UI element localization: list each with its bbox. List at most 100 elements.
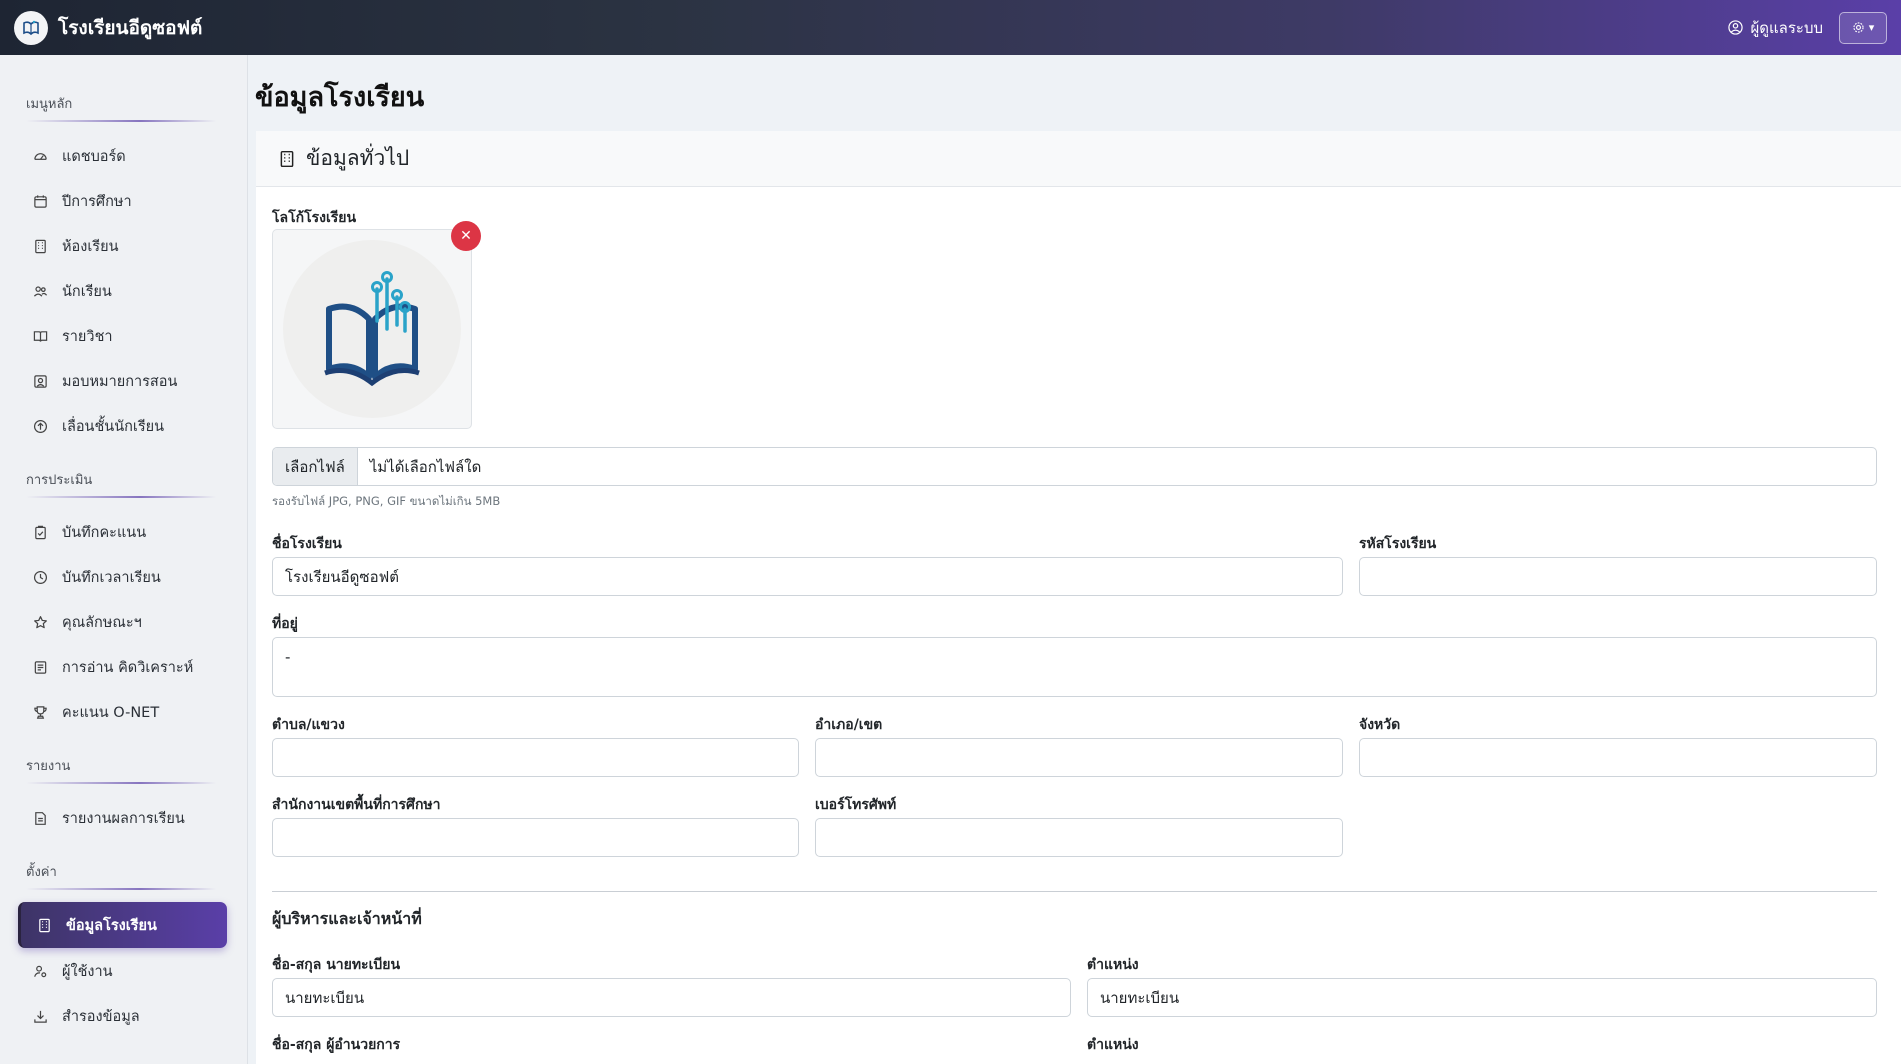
address-textarea[interactable]: - [272,637,1877,697]
sidebar-item-label: นักเรียน [62,284,112,300]
user-circle-icon [1728,20,1744,35]
sidebar-item-promote-students[interactable]: เลื่อนชั้นนักเรียน [0,404,247,449]
building-icon [39,918,50,932]
building-icon [280,150,294,167]
general-info-card: ข้อมูลทั่วไป โลโก้โรงเรียน ✕ เลือกไฟล์ ไ… [256,131,1901,1064]
sidebar-item-record-scores[interactable]: บันทึกคะแนน [0,510,247,555]
section-underline [26,888,216,890]
sidebar-item-grade-report[interactable]: รายงานผลการเรียน [0,796,247,841]
sidebar-item-label: ปีการศึกษา [62,194,132,210]
assign-icon [34,375,47,388]
sidebar-item-users[interactable]: ผู้ใช้งาน [0,949,247,994]
main-content: ข้อมูลโรงเรียน ข้อมูลทั่วไป โลโก้โรงเรีย… [248,55,1901,1064]
sidebar: เมนูหลัก แดชบอร์ด ปีการศึกษา ห้องเรียน น… [0,55,248,1064]
choose-file-button[interactable]: เลือกไฟล์ [273,448,358,485]
brand[interactable]: โรงเรียนอีดูซอฟต์ [14,10,203,45]
trophy-icon [34,706,47,719]
sidebar-item-label: ข้อมูลโรงเรียน [66,917,157,934]
sidebar-item-label: รายวิชา [62,329,113,345]
section-divider [272,891,1877,892]
sidebar-item-classrooms[interactable]: ห้องเรียน [0,224,247,269]
card-header: ข้อมูลทั่วไป [256,131,1901,187]
clock-icon [33,570,48,585]
sidebar-item-dashboard[interactable]: แดชบอร์ด [0,134,247,179]
sidebar-item-characteristics[interactable]: คุณลักษณะฯ [0,600,247,645]
sidebar-item-label: บันทึกเวลาเรียน [62,570,161,586]
book-icon [33,331,48,342]
school-code-input[interactable] [1359,557,1877,596]
sidebar-item-reading-analysis[interactable]: การอ่าน คิดวิเคราะห์ [0,645,247,690]
settings-dropdown-button[interactable]: ▾ [1839,11,1887,44]
sidebar-item-label: รายงานผลการเรียน [62,811,185,827]
district-label: อำเภอ/เขต [815,717,883,733]
subdistrict-label: ตำบล/แขวง [272,717,345,733]
director-name-label: ชื่อ-สกุล ผู้อำนวยการ [272,1037,401,1053]
sidebar-item-students[interactable]: นักเรียน [0,269,247,314]
sidebar-item-onet-scores[interactable]: คะแนน O-NET [0,690,247,735]
sidebar-section-title: ตั้งค่า [26,865,57,880]
download-icon [34,1010,47,1023]
sidebar-item-label: เลื่อนชั้นนักเรียน [62,419,165,435]
calendar-icon [34,195,47,208]
document-icon [34,661,47,674]
section-underline [26,782,216,784]
sidebar-item-subjects[interactable]: รายวิชา [0,314,247,359]
sidebar-item-academic-year[interactable]: ปีการศึกษา [0,179,247,224]
clipboard-check-icon [35,525,46,540]
sidebar-item-label: มอบหมายการสอน [62,374,178,390]
brand-logo-icon [14,10,48,45]
file-status-text: ไม่ได้เลือกไฟล์ใด [369,457,482,476]
registrar-position-input[interactable]: นายทะเบียน [1087,978,1877,1017]
school-logo-preview [272,229,472,429]
chevron-down-icon: ▾ [1868,21,1875,34]
people-icon [33,286,48,297]
sidebar-item-school-info[interactable]: ข้อมูลโรงเรียน [18,902,227,948]
sidebar-section-title: เมนูหลัก [26,97,73,112]
section-underline [26,496,216,498]
phone-input[interactable] [815,818,1343,857]
close-icon: ✕ [460,228,472,244]
area-office-input[interactable] [272,818,799,857]
user-gear-icon [34,965,47,978]
registrar-name-input[interactable]: นายทะเบียน [272,978,1071,1017]
star-icon [34,616,47,629]
sidebar-item-label: บันทึกคะแนน [62,525,147,541]
registrar-name-label: ชื่อ-สกุล นายทะเบียน [272,957,401,973]
logo-file-input[interactable]: เลือกไฟล์ ไม่ได้เลือกไฟล์ใด [272,447,1877,486]
report-icon [35,812,46,825]
building-icon [35,239,46,254]
sidebar-item-label: การอ่าน คิดวิเคราะห์ [62,660,194,676]
sidebar-item-teaching-assignment[interactable]: มอบหมายการสอน [0,359,247,404]
top-navbar: โรงเรียนอีดูซอฟต์ ผู้ดูแลระบบ ▾ [0,0,1901,55]
province-input[interactable] [1359,738,1877,777]
sidebar-item-label: คะแนน O-NET [62,705,160,721]
gear-icon [1853,22,1864,33]
section-underline [26,120,216,122]
file-help-text: รองรับไฟล์ JPG, PNG, GIF ขนาดไม่เกิน 5MB [272,494,501,508]
sidebar-item-backup[interactable]: สำรองข้อมูล [0,994,247,1039]
school-name-input[interactable]: โรงเรียนอีดูซอฟต์ [272,557,1343,596]
school-logo-image [283,240,461,418]
sidebar-item-label: แดชบอร์ด [62,149,126,165]
sidebar-item-label: คุณลักษณะฯ [62,615,142,631]
director-position-label: ตำแหน่ง [1087,1037,1139,1053]
brand-name: โรงเรียนอีดูซอฟต์ [58,16,203,39]
province-label: จังหวัด [1359,717,1401,733]
user-menu[interactable]: ผู้ดูแลระบบ [1728,16,1823,40]
area-office-label: สำนักงานเขตพื้นที่การศึกษา [272,797,441,813]
sidebar-item-record-attendance[interactable]: บันทึกเวลาเรียน [0,555,247,600]
registrar-position-label: ตำแหน่ง [1087,957,1139,973]
phone-label: เบอร์โทรศัพท์ [815,797,897,813]
logo-label: โลโก้โรงเรียน [272,210,357,226]
dashboard-icon [34,153,47,160]
arrow-up-circle-icon [33,419,48,434]
school-name-label: ชื่อโรงเรียน [272,536,342,552]
sidebar-item-label: ผู้ใช้งาน [62,964,113,980]
sidebar-section-title: รายงาน [26,759,71,774]
remove-logo-button[interactable]: ✕ [451,221,481,251]
subdistrict-input[interactable] [272,738,799,777]
school-code-label: รหัสโรงเรียน [1359,536,1437,552]
staff-section-title: ผู้บริหารและเจ้าหน้าที่ [272,909,422,928]
sidebar-item-label: ห้องเรียน [62,239,119,255]
district-input[interactable] [815,738,1343,777]
